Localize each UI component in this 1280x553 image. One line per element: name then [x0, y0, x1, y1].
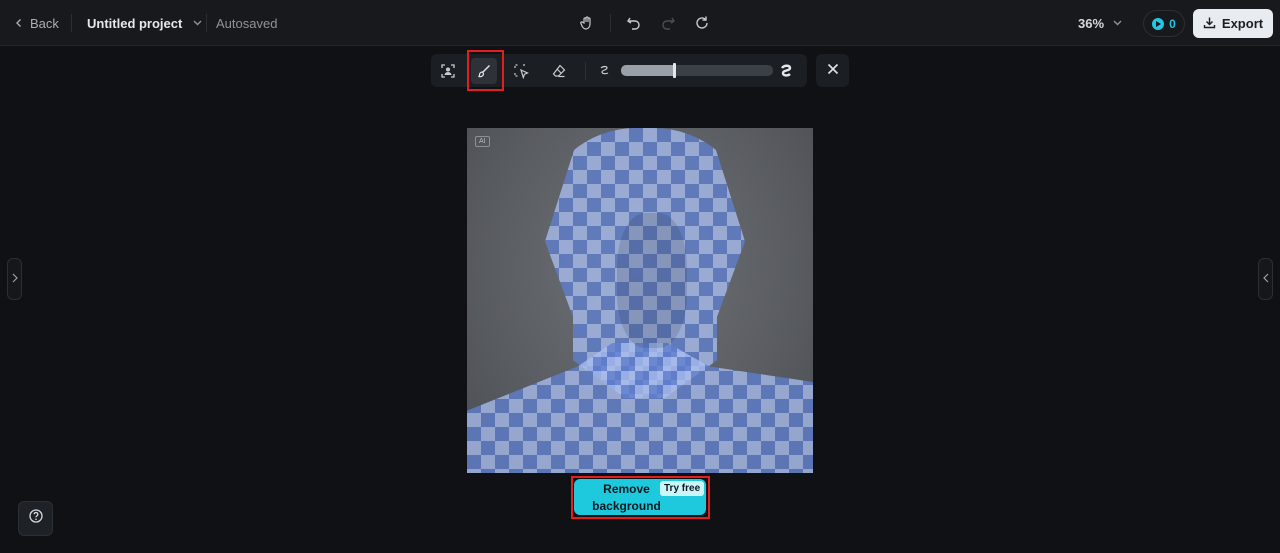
remove-label-line2: background [592, 499, 661, 513]
back-label: Back [30, 15, 59, 31]
brush-size-slider[interactable] [621, 63, 773, 78]
credits-count: 0 [1169, 16, 1176, 31]
back-button[interactable]: Back [14, 0, 59, 46]
divider [585, 62, 586, 80]
close-icon [827, 62, 839, 80]
left-panel-toggle[interactable] [7, 258, 22, 300]
zoom-level: 36% [1078, 15, 1105, 31]
download-icon [1203, 16, 1216, 32]
person-select-icon[interactable] [435, 58, 461, 84]
brush-size-small-icon [592, 58, 618, 84]
chevron-left-icon [14, 16, 24, 31]
export-button[interactable]: Export [1193, 9, 1273, 38]
hand-pan-icon[interactable] [574, 10, 600, 36]
try-free-badge: Try free [660, 481, 705, 496]
chevron-right-icon [12, 273, 18, 286]
face-shading [617, 213, 687, 348]
canvas-controls [574, 10, 715, 36]
chevron-left-icon [1262, 273, 1269, 286]
save-status: Autosaved [216, 15, 278, 31]
redo-icon[interactable] [655, 10, 681, 36]
credit-icon [1152, 17, 1165, 30]
project-name: Untitled project [87, 15, 183, 31]
brush-icon[interactable] [471, 58, 497, 84]
divider [71, 14, 72, 32]
slider-fill [621, 65, 675, 76]
credits-badge[interactable]: 0 [1143, 10, 1185, 37]
divider [610, 14, 611, 32]
canvas-image[interactable]: AI [467, 128, 813, 473]
smart-select-icon[interactable] [508, 58, 534, 84]
divider [206, 14, 207, 32]
chevron-down-icon [192, 16, 203, 31]
project-name-dropdown[interactable]: Untitled project [87, 0, 203, 46]
slider-thumb[interactable] [673, 63, 677, 78]
ai-badge: AI [475, 136, 490, 147]
undo-icon[interactable] [621, 10, 647, 36]
top-bar: Back Untitled project Autosaved 36% 0 Ex… [0, 0, 1280, 46]
help-button[interactable] [18, 501, 53, 536]
zoom-dropdown[interactable]: 36% [1078, 0, 1123, 46]
brush-size-large-icon [773, 58, 799, 84]
chevron-down-icon [1112, 16, 1123, 31]
mask-region-shirt [467, 343, 813, 473]
help-icon [28, 509, 43, 528]
export-label: Export [1221, 16, 1264, 31]
remove-background-button[interactable]: Remove background Try free [574, 479, 706, 515]
close-button[interactable] [816, 54, 849, 87]
eraser-icon[interactable] [546, 58, 572, 84]
refresh-icon[interactable] [689, 10, 715, 36]
right-panel-toggle[interactable] [1258, 258, 1273, 300]
